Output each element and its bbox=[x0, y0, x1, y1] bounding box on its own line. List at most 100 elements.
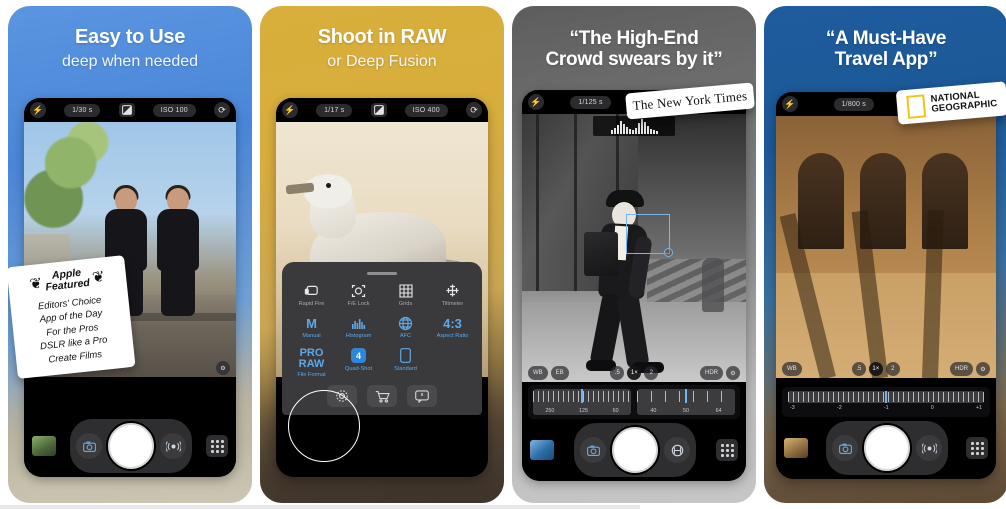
panel-headline-block: “The High-End Crowd swears by it” bbox=[512, 28, 756, 71]
last-photo-thumbnail[interactable] bbox=[530, 440, 554, 460]
zoom-2x-button[interactable]: 2 bbox=[644, 366, 659, 380]
shutter-speed-pill[interactable]: 1/125 s bbox=[570, 95, 611, 109]
slider-tick-label: +1 bbox=[975, 405, 982, 411]
zoom-0.5x-button[interactable]: .5 bbox=[610, 366, 625, 380]
grid-menu-icon[interactable] bbox=[966, 437, 988, 459]
shutter-group[interactable] bbox=[826, 421, 948, 475]
sheet-grabber[interactable] bbox=[367, 271, 397, 275]
panel-subheadline: deep when needed bbox=[61, 53, 199, 71]
live-photo-icon[interactable] bbox=[916, 435, 942, 461]
shutter-button[interactable] bbox=[108, 423, 154, 469]
panel-headline-line1: “A Must-Have bbox=[825, 28, 947, 49]
camera-viewfinder[interactable]: WB .5 1× 2 HDR ⚙ bbox=[776, 116, 996, 378]
panel-headline-line1: “The High-End bbox=[569, 28, 699, 49]
control-file-format[interactable]: PRO RAW File Format bbox=[288, 347, 335, 379]
exposure-compensation-icon[interactable] bbox=[118, 103, 135, 117]
grid-menu-icon[interactable] bbox=[206, 435, 228, 457]
control-label: File Format bbox=[297, 372, 326, 379]
shutter-group[interactable] bbox=[70, 419, 192, 473]
control-tiltmeter[interactable]: Tiltmeter bbox=[429, 283, 476, 308]
zoom-1x-button[interactable]: 1× bbox=[627, 366, 642, 380]
control-label: Rapid Fire bbox=[298, 300, 325, 307]
histogram-icon bbox=[351, 315, 366, 331]
camera-mode-icon[interactable] bbox=[76, 433, 102, 459]
last-photo-thumbnail[interactable] bbox=[784, 438, 808, 458]
iso-pill[interactable]: ISO 100 bbox=[152, 103, 196, 117]
flash-off-icon[interactable]: ⚡ bbox=[30, 102, 46, 118]
dial-tick-label: 40 bbox=[650, 408, 657, 414]
control-row-2: M Manual Histogram AFC 4:3 Aspect Ratio bbox=[288, 315, 476, 340]
hdr-button[interactable]: HDR bbox=[700, 366, 723, 380]
dial-tick-label: 60 bbox=[612, 408, 619, 414]
control-manual[interactable]: M Manual bbox=[288, 315, 335, 340]
zoom-2x-button[interactable]: 2 bbox=[885, 362, 900, 376]
manual-mode-icon: M bbox=[306, 315, 317, 331]
exposure-bracket-button[interactable]: EB bbox=[550, 366, 569, 380]
grid-menu-icon[interactable] bbox=[716, 439, 738, 461]
live-photo-icon[interactable] bbox=[160, 433, 186, 459]
shutter-speed-pill[interactable]: 1/800 s bbox=[833, 97, 874, 111]
more-options-icon[interactable]: ⚙ bbox=[975, 362, 990, 376]
zoom-1x-button[interactable]: 1× bbox=[868, 362, 883, 376]
control-afc[interactable]: AFC bbox=[382, 315, 429, 340]
control-fe-lock[interactable]: F/E Lock bbox=[335, 283, 382, 308]
lens-options-row[interactable]: WB .5 1× 2 HDR ⚙ bbox=[776, 360, 996, 378]
shopping-cart-icon[interactable] bbox=[367, 385, 397, 407]
shutter-speed-pill[interactable]: 1/30 s bbox=[64, 103, 101, 117]
screenshot-panel-nyt-quote[interactable]: “The High-End Crowd swears by it” ⚡ 1/12… bbox=[512, 6, 756, 503]
flash-off-icon[interactable]: ⚡ bbox=[528, 94, 544, 110]
iso-pill[interactable]: ISO 400 bbox=[404, 103, 448, 117]
control-rapid-fire[interactable]: Rapid Fire bbox=[288, 283, 335, 308]
shutter-group[interactable] bbox=[574, 423, 696, 477]
control-label: Histogram bbox=[345, 333, 372, 340]
flash-off-icon[interactable]: ⚡ bbox=[282, 102, 298, 118]
control-quad-shot[interactable]: 4 Quad-Shot bbox=[335, 348, 382, 379]
screenshot-panel-natgeo-quote[interactable]: “A Must-Have Travel App” ⚡ 1/800 s -1.0 … bbox=[764, 6, 1006, 503]
camera-flip-icon[interactable]: ⟳ bbox=[466, 102, 482, 118]
camera-bottom-toolbar[interactable] bbox=[522, 419, 746, 481]
last-photo-thumbnail[interactable] bbox=[32, 436, 56, 456]
shutter-button[interactable] bbox=[864, 425, 910, 471]
camera-bottom-toolbar[interactable] bbox=[24, 415, 236, 477]
camera-top-toolbar[interactable]: ⚡ 1/30 s ISO 100 ⟳ bbox=[24, 98, 236, 122]
exposure-slider[interactable]: -3 -2 -1 0 +1 bbox=[782, 387, 990, 417]
focus-rectangle[interactable] bbox=[626, 214, 673, 257]
control-label: F/E Lock bbox=[347, 300, 370, 307]
manual-dials[interactable]: 250 125 60 40 50 64 bbox=[528, 385, 740, 419]
camera-top-toolbar[interactable]: ⚡ 1/17 s ISO 400 ⟳ bbox=[276, 98, 488, 122]
camera-viewfinder[interactable]: WB EB .5 1× 2 HDR ⚙ bbox=[522, 114, 746, 382]
timer-icon[interactable] bbox=[664, 437, 690, 463]
control-label: Aspect Ratio bbox=[436, 333, 469, 340]
natgeo-rectangle-icon bbox=[906, 93, 927, 119]
camera-mode-icon[interactable] bbox=[580, 437, 606, 463]
exposure-compensation-icon[interactable] bbox=[370, 103, 387, 117]
shutter-dial[interactable]: 250 125 60 bbox=[533, 389, 631, 415]
more-options-icon[interactable]: ⚙ bbox=[726, 366, 740, 380]
hdr-button[interactable]: HDR bbox=[949, 362, 973, 376]
flash-off-icon[interactable]: ⚡ bbox=[782, 96, 798, 112]
iso-dial[interactable]: 40 50 64 bbox=[637, 389, 735, 415]
shutter-speed-pill[interactable]: 1/17 s bbox=[316, 103, 353, 117]
shutter-button[interactable] bbox=[612, 427, 658, 473]
white-balance-button[interactable]: WB bbox=[782, 362, 802, 376]
screenshot-panel-shoot-in-raw[interactable]: Shoot in RAW or Deep Fusion ⚡ 1/17 s ISO… bbox=[260, 6, 504, 503]
camera-control-sheet[interactable]: Rapid Fire F/E Lock Grids Tiltmeter M Ma… bbox=[282, 261, 482, 462]
control-label: Manual bbox=[302, 333, 321, 340]
white-balance-button[interactable]: WB bbox=[528, 366, 548, 380]
feedback-icon[interactable] bbox=[407, 385, 437, 407]
control-aspect-ratio[interactable]: 4:3 Aspect Ratio bbox=[429, 315, 476, 340]
phone-mockup: ⚡ 1/125 s ⟳ bbox=[522, 90, 746, 481]
lens-options-row[interactable]: WB EB .5 1× 2 HDR ⚙ bbox=[522, 364, 746, 382]
control-grids[interactable]: Grids bbox=[382, 283, 429, 308]
afc-icon bbox=[398, 315, 413, 331]
screenshot-panel-easy-to-use[interactable]: Easy to Use deep when needed ⚡ 1/30 s IS… bbox=[8, 6, 252, 503]
more-options-icon[interactable]: ⚙ bbox=[216, 361, 230, 375]
control-histogram[interactable]: Histogram bbox=[335, 315, 382, 340]
zoom-0.5x-button[interactable]: .5 bbox=[851, 362, 866, 376]
focus-exposure-lock-icon bbox=[351, 283, 366, 299]
control-label: Quad-Shot bbox=[344, 365, 373, 372]
camera-flip-icon[interactable]: ⟳ bbox=[214, 102, 230, 118]
camera-bottom-toolbar[interactable] bbox=[776, 417, 996, 479]
camera-mode-icon[interactable] bbox=[832, 435, 858, 461]
control-standard[interactable]: Standard bbox=[382, 348, 429, 379]
